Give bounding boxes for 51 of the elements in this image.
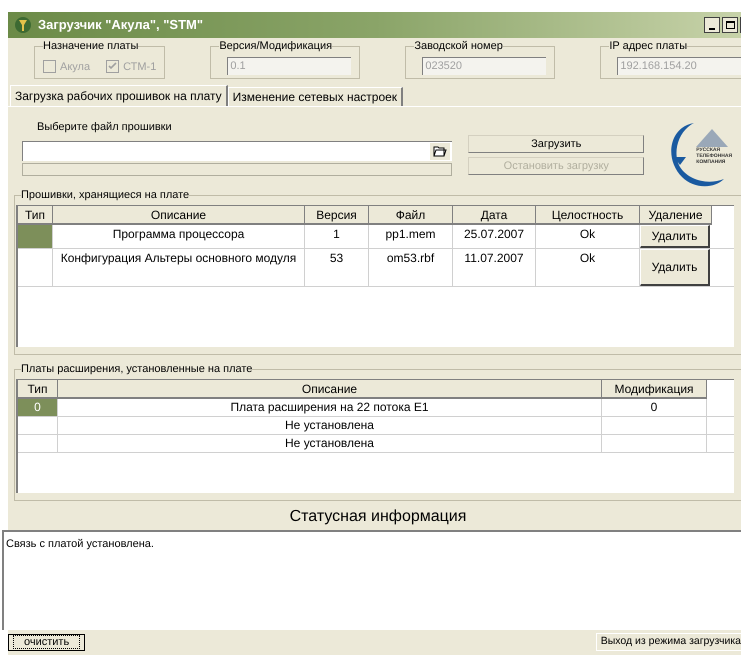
group-label: IP адрес платы [609, 39, 688, 53]
clear-button[interactable]: очистить [8, 634, 86, 650]
table-cell: 25.07.2007 [453, 225, 536, 248]
exit-loader-button[interactable]: Выход из режима загрузчика [596, 633, 741, 651]
delete-button[interactable]: Удалить [640, 225, 710, 248]
delete-button[interactable]: Удалить [640, 249, 710, 286]
table-cell: 11.07.2007 [453, 249, 536, 286]
tab[interactable]: Изменение сетевых настроек [228, 87, 404, 106]
section-heading: Статусная информация [290, 507, 466, 527]
folder-icon [433, 145, 448, 157]
column-header: Удаление [640, 206, 712, 225]
app-icon [14, 16, 32, 34]
column-header: Описание [58, 380, 602, 399]
table-cell: Плата расширения на 22 потока E1 [58, 399, 602, 416]
table-cell: Программа процессора [53, 225, 305, 248]
column-header: Тип [18, 206, 53, 225]
upload-button[interactable]: Загрузить [468, 135, 644, 153]
group-label: Платы расширения, установленные на плате [21, 362, 252, 376]
column-header: Целостность [536, 206, 640, 225]
group-label: Прошивки, хранящиеся на плате [21, 188, 190, 202]
column-header: Версия [305, 206, 369, 225]
column-header: Тип [18, 380, 58, 399]
window-title: Загрузчик "Акула", "STM" [38, 16, 204, 34]
table-cell: om53.rbf [369, 249, 453, 286]
column-header: Файл [369, 206, 453, 225]
log-line: Связь с платой установлена. [6, 537, 155, 552]
check-icon [108, 62, 118, 72]
type-cell[interactable]: 0 [18, 399, 58, 416]
checkbox[interactable] [106, 60, 120, 74]
table-cell: 1 [305, 225, 369, 248]
table-cell: Не установлена [58, 435, 602, 452]
column-header: Дата [453, 206, 536, 225]
browse-button[interactable] [430, 142, 450, 160]
checkbox-label: СТМ-1 [123, 60, 156, 74]
column-header: Описание [53, 206, 305, 225]
maximize-button[interactable] [722, 17, 738, 33]
table-cell: pp1.mem [369, 225, 453, 248]
type-cell[interactable] [18, 225, 53, 248]
group-label: Заводской номер [414, 39, 503, 53]
column-header: Модификация [602, 380, 707, 399]
table-cell: 53 [305, 249, 369, 286]
table-cell: 0 [602, 399, 707, 416]
table-cell: Не установлена [58, 417, 602, 434]
group-label: Версия/Модификация [219, 39, 332, 53]
checkbox[interactable] [43, 60, 56, 74]
minimize-button[interactable] [704, 17, 720, 33]
tab[interactable]: Загрузка рабочих прошивок на плату [10, 85, 228, 106]
field-label: Выберите файл прошивки [37, 120, 173, 135]
file-path-field[interactable] [22, 140, 452, 160]
checkbox-label: Акула [60, 60, 90, 74]
table-cell: Конфигурация Альтеры основного модуля [53, 249, 305, 286]
